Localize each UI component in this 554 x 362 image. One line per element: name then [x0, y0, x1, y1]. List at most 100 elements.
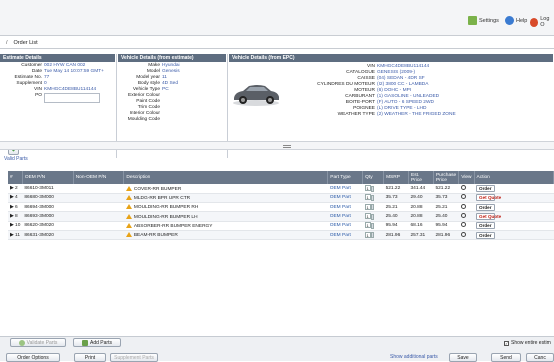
action-button[interactable]: Order: [476, 184, 496, 192]
column-header[interactable]: OEM P/N: [22, 171, 74, 184]
action-button[interactable]: Order: [476, 231, 496, 239]
oem-part-number: 86694-3M000: [22, 202, 74, 213]
logout-label: Log O: [540, 16, 550, 28]
magnifier-icon[interactable]: [460, 231, 466, 237]
purchase-price: 25.40: [433, 211, 459, 222]
spinner-icon[interactable]: [370, 185, 374, 192]
quantity-stepper[interactable]: 1: [362, 230, 384, 241]
quantity-stepper[interactable]: 1: [362, 202, 384, 213]
table-row[interactable]: ▶ 8 86693-3M000 MOULDING-RR BUMPER LH OEM P…: [8, 211, 554, 222]
column-header[interactable]: Part Type: [327, 171, 364, 184]
field-label: PO: [35, 93, 42, 98]
action-cell: Get Quote: [474, 193, 554, 204]
column-header[interactable]: Est. Price: [408, 171, 434, 184]
help-icon: [505, 16, 514, 25]
magnifier-icon[interactable]: [460, 184, 466, 190]
app-toolbar: Settings Help Log O: [0, 0, 554, 36]
show-entire-label: Show entire estim: [511, 340, 551, 346]
quantity-stepper[interactable]: 1: [362, 221, 384, 232]
row-number: 10: [15, 223, 21, 229]
action-button[interactable]: Order: [476, 222, 496, 230]
help-button[interactable]: Help: [505, 16, 527, 25]
settings-icon: [468, 16, 477, 25]
column-header[interactable]: #: [8, 171, 23, 184]
view-cell[interactable]: [458, 193, 475, 204]
settings-button[interactable]: Settings: [468, 16, 499, 25]
magnifier-icon[interactable]: [460, 203, 466, 209]
column-header[interactable]: Non-OEM P/N: [73, 171, 125, 184]
splitter[interactable]: [0, 141, 554, 150]
action-cell: Order: [474, 221, 554, 232]
column-header[interactable]: MSRP: [383, 171, 409, 184]
description-cell: MLDG-RR BPR UPR CTR: [123, 193, 328, 204]
action-button[interactable]: Get Quote: [476, 194, 501, 202]
expand-toggle[interactable]: ▶ 2: [8, 184, 23, 194]
column-header[interactable]: Action: [474, 171, 554, 184]
spinner-icon[interactable]: [370, 195, 374, 202]
table-row[interactable]: ▶ 10 86620-3M020 ABSORBER-RR BUMPER ENERGY…: [8, 221, 554, 232]
table-row[interactable]: ▶ 11 86631-3M020 BEAM-RR BUMPER OEM Part 1 28…: [8, 230, 554, 241]
part-type[interactable]: OEM Part: [327, 230, 363, 241]
magnifier-icon[interactable]: [460, 213, 466, 219]
logout-icon: [530, 17, 539, 27]
spinner-icon[interactable]: [370, 232, 374, 239]
purchase-price: 25.21: [433, 202, 459, 213]
expand-toggle[interactable]: ▶ 8: [8, 211, 23, 222]
logout-button[interactable]: Log O: [530, 16, 554, 28]
expand-toggle[interactable]: ▶ 6: [8, 202, 23, 213]
column-header[interactable]: Description: [123, 171, 329, 184]
magnifier-icon[interactable]: [460, 194, 466, 200]
part-type[interactable]: OEM Part: [327, 211, 363, 222]
column-header[interactable]: View: [458, 171, 475, 184]
expand-toggle[interactable]: ▶ 4: [8, 193, 23, 204]
action-button[interactable]: Get Quote: [476, 213, 501, 221]
part-type[interactable]: OEM Part: [327, 221, 363, 232]
column-header[interactable]: Qty: [362, 171, 385, 184]
est-price: 341.44: [408, 184, 434, 194]
quantity-stepper[interactable]: 1: [362, 211, 384, 222]
table-row[interactable]: ▶ 2 86610-3M011 COVER-RR BUMPER OEM Part 1 52…: [8, 184, 554, 194]
description: COVER-RR BUMPER: [133, 186, 182, 192]
action-button[interactable]: Order: [476, 203, 496, 211]
field-row: Moulding Code: [118, 117, 227, 123]
view-cell[interactable]: [458, 211, 475, 222]
show-additional-toggle[interactable]: Show additional parts: [390, 354, 438, 360]
action-cell: Order: [474, 184, 554, 194]
add-parts-button[interactable]: Add Parts: [73, 338, 121, 347]
view-cell[interactable]: [458, 202, 475, 213]
print-label: Print: [84, 354, 96, 361]
view-cell[interactable]: [458, 230, 475, 241]
quantity-stepper[interactable]: 1: [362, 184, 384, 194]
column-header[interactable]: Purchase Price: [433, 171, 460, 184]
validate-parts-button[interactable]: Validate Parts: [10, 338, 66, 347]
part-type[interactable]: OEM Part: [327, 193, 363, 204]
checkbox-icon[interactable]: ✓: [504, 340, 509, 346]
description-cell: COVER-RR BUMPER: [123, 184, 328, 194]
magnifier-icon[interactable]: [460, 222, 466, 228]
part-type[interactable]: OEM Part: [327, 202, 363, 213]
vehicle-estimate-header: Vehicle Details (from estimate): [118, 54, 227, 62]
action-cell: Order: [474, 230, 554, 241]
description-cell: BEAM-RR BUMPER: [123, 230, 328, 241]
description: MOULDING-RR BUMPER RH: [133, 205, 199, 211]
view-cell[interactable]: [458, 221, 475, 232]
po-input[interactable]: [44, 93, 100, 103]
msrp: 281.96: [383, 230, 409, 241]
purchase-price: 35.73: [433, 193, 459, 204]
spinner-icon[interactable]: [370, 223, 374, 230]
quantity-stepper[interactable]: 1: [362, 193, 384, 204]
spinner-icon[interactable]: [370, 213, 374, 220]
msrp: 521.22: [383, 184, 409, 194]
expand-toggle[interactable]: ▶ 11: [8, 230, 23, 241]
view-cell[interactable]: [458, 184, 475, 194]
non-oem-part-number: [73, 193, 124, 204]
page-title[interactable]: Order List: [14, 40, 38, 46]
part-type[interactable]: OEM Part: [327, 184, 363, 194]
spinner-icon[interactable]: [370, 204, 374, 211]
table-row[interactable]: ▶ 6 86694-3M000 MOULDING-RR BUMPER RH OEM P…: [8, 202, 554, 213]
table-row[interactable]: ▶ 4 86680-3M000 MLDG-RR BPR UPR CTR OEM Par…: [8, 193, 554, 204]
warning-icon: [125, 232, 132, 238]
show-entire-estimate-toggle[interactable]: ✓ Show entire estim: [504, 340, 551, 346]
expand-toggle[interactable]: ▶ 10: [8, 221, 23, 232]
field-label: Moulding Code: [127, 117, 160, 122]
